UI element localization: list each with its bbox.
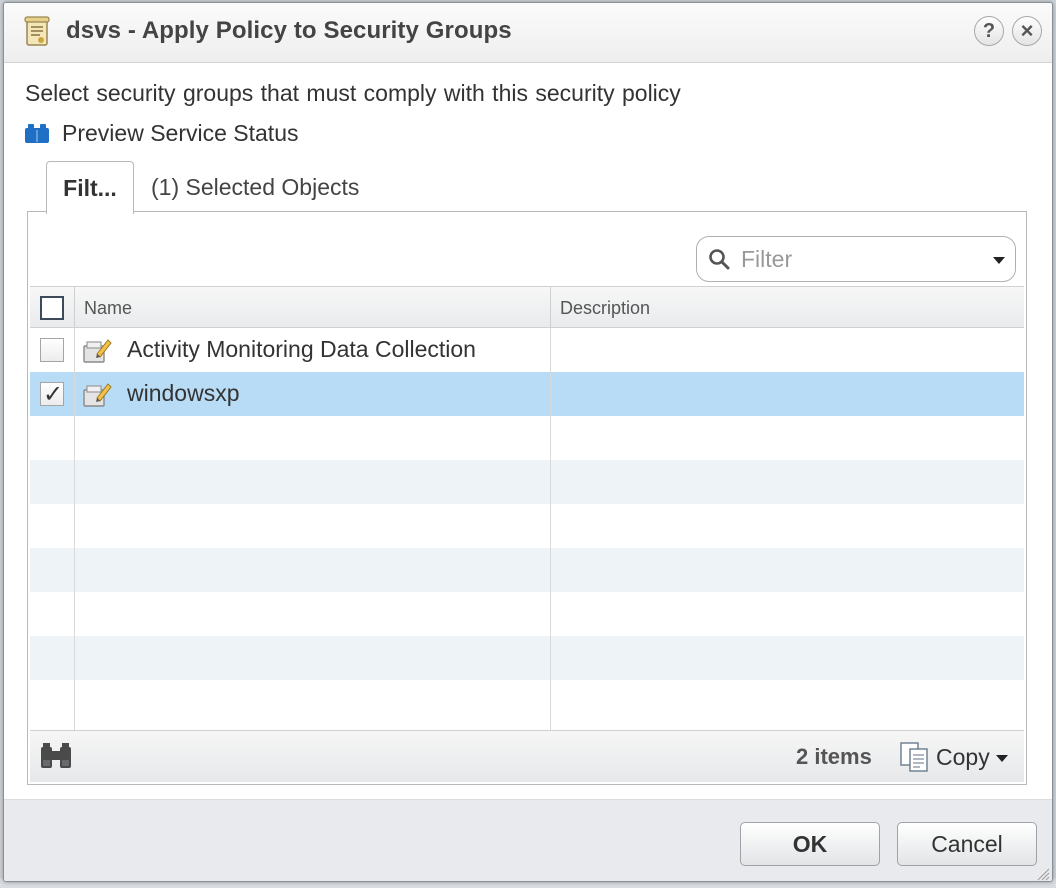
column-header-name[interactable]: Name [74,287,550,327]
tab-selected-objects[interactable]: (1) Selected Objects [151,161,381,213]
table-row[interactable]: Activity Monitoring Data Collection [30,328,1024,372]
table-row[interactable]: ✓ windowsxp [30,372,1024,416]
empty-row [30,548,1024,592]
empty-row [30,680,1024,724]
items-count: 2 items [796,744,872,769]
row-checkbox[interactable]: ✓ [40,381,64,408]
empty-row [30,636,1024,680]
help-button[interactable]: ? [974,16,1004,46]
search-icon [709,249,730,270]
resize-grip-icon[interactable] [1034,865,1050,881]
binoculars-icon[interactable] [38,741,74,771]
filter-input[interactable] [741,245,971,273]
policy-scroll-icon [24,16,50,46]
dialog-button-bar: OK Cancel [4,799,1052,881]
filter-box[interactable] [696,236,1016,282]
security-group-icon [83,339,112,363]
instruction-text: Select security groups that must comply … [25,80,681,106]
row-name-cell: Activity Monitoring Data Collection [74,328,550,372]
preview-service-status-link[interactable]: Preview Service Status [24,119,298,147]
column-header-description[interactable]: Description [550,287,1024,327]
cancel-button[interactable]: Cancel [897,822,1037,866]
row-description [550,328,1024,372]
checkmark-icon: ✓ [43,381,64,408]
tab-filter[interactable]: Filt... [46,161,134,214]
service-status-icon [25,124,49,143]
row-name: windowsxp [127,380,240,406]
preview-service-status-label: Preview Service Status [62,119,299,146]
row-checkbox-cell: ✓ [30,372,74,416]
security-group-icon [83,383,112,407]
select-all-checkbox[interactable] [40,296,64,320]
empty-row [30,416,1024,460]
column-divider [74,328,75,730]
row-description [550,372,1024,416]
empty-row [30,460,1024,504]
row-checkbox[interactable] [40,338,64,362]
filter-dropdown-chevron-icon[interactable] [993,257,1005,264]
row-name: Activity Monitoring Data Collection [127,336,476,362]
copy-label: Copy [936,743,990,770]
ok-button[interactable]: OK [740,822,880,866]
copy-dropdown-chevron-icon[interactable] [995,755,1008,762]
row-checkbox-cell [30,328,74,372]
header-checkbox-cell [30,287,74,327]
empty-row [30,592,1024,636]
dialog-titlebar: dsvs - Apply Policy to Security Groups ?… [4,3,1052,63]
grid-footer: 2 items Copy [30,730,1024,782]
empty-row [30,504,1024,548]
close-button[interactable]: × [1012,16,1042,46]
column-divider [550,328,551,730]
tab-panel: Activity Monitoring Data Collection ✓ [27,211,1027,785]
apply-policy-dialog: dsvs - Apply Policy to Security Groups ?… [3,2,1053,882]
security-groups-grid: Activity Monitoring Data Collection ✓ wi… [30,286,1024,730]
grid-header: Name Description [30,286,1024,328]
grid-body: Activity Monitoring Data Collection ✓ wi… [30,328,1024,730]
dialog-title: dsvs - Apply Policy to Security Groups [66,17,512,44]
copy-icon [900,742,928,772]
row-name-cell: windowsxp [74,372,550,416]
copy-button[interactable]: Copy [898,739,1008,775]
